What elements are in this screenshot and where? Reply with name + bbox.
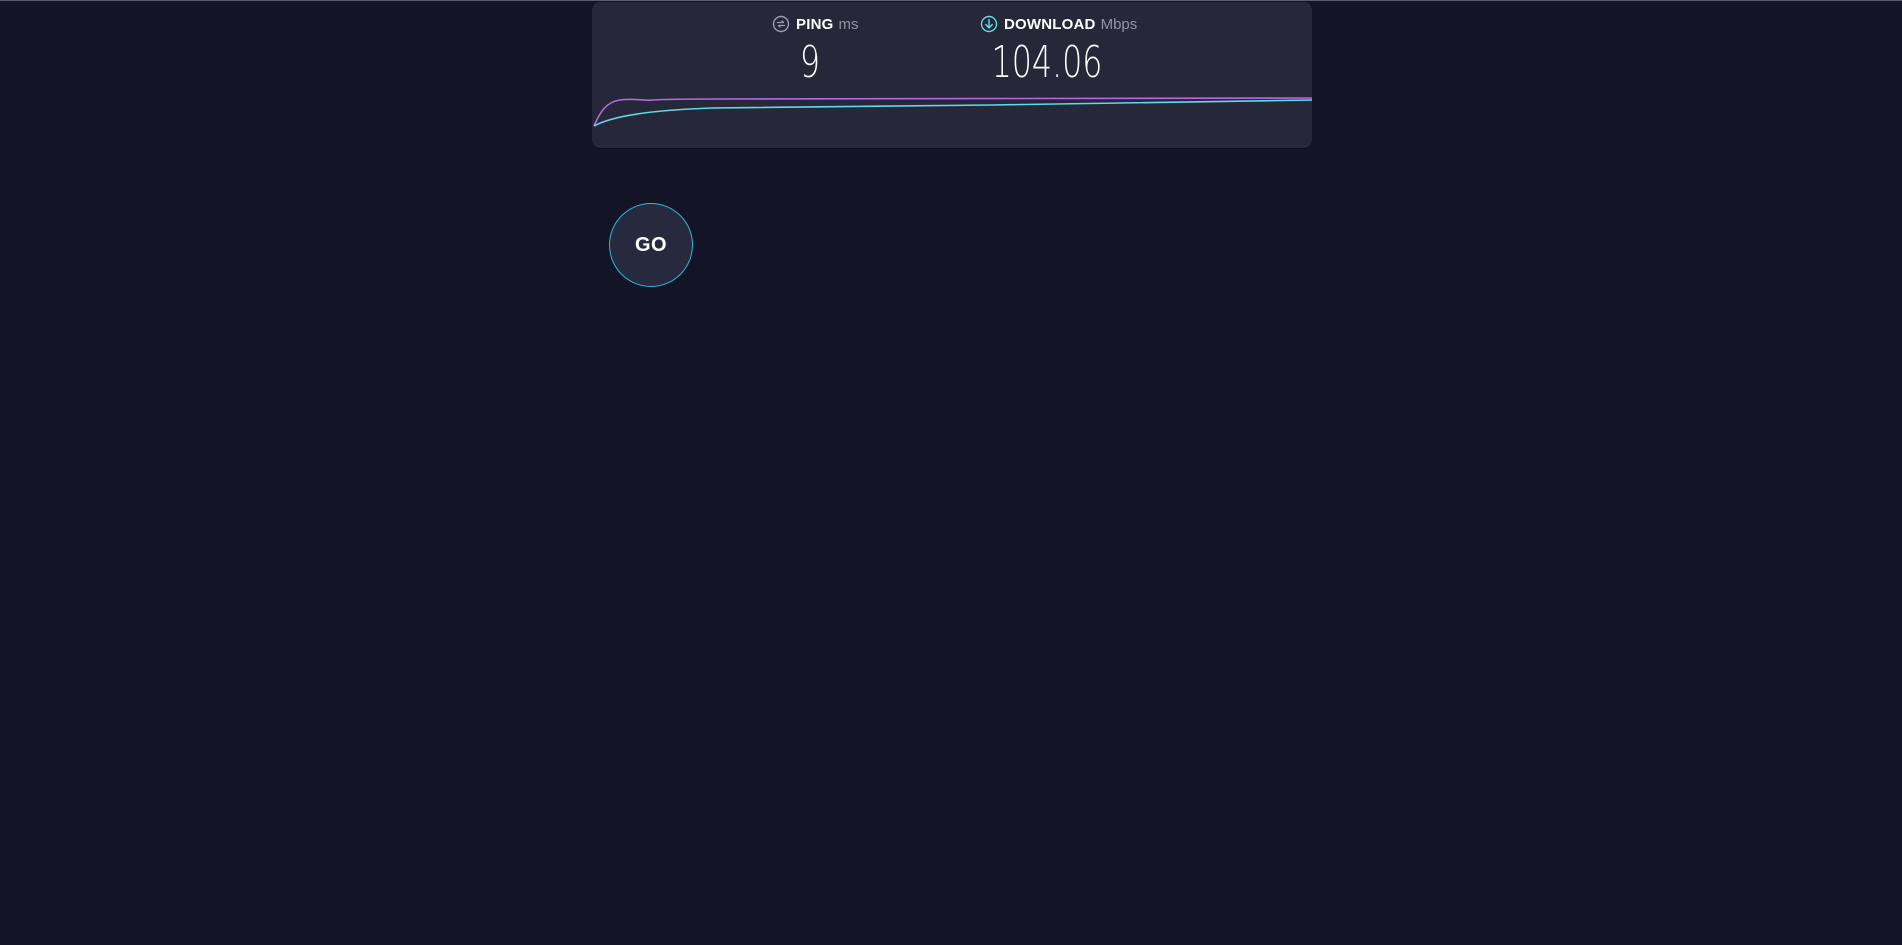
ping-value: 9 <box>799 37 821 88</box>
download-label: DOWNLOAD <box>1004 15 1096 33</box>
ping-icon <box>772 15 790 33</box>
ping-metric: PING ms 9 <box>772 14 858 88</box>
download-header: DOWNLOAD Mbps <box>980 14 1137 34</box>
ping-label: PING <box>796 15 834 33</box>
go-button-label: GO <box>634 233 668 256</box>
download-icon <box>980 15 998 33</box>
ping-unit: ms <box>838 15 859 33</box>
download-value: 104.06 <box>991 37 1103 88</box>
speedtest-page: PING ms 9 DOWNLOAD Mbps 104.06 GO <box>0 0 1902 945</box>
speed-graph <box>593 97 1312 127</box>
download-graph-line <box>593 99 1312 127</box>
ping-header: PING ms <box>772 14 858 34</box>
results-panel: PING ms 9 DOWNLOAD Mbps 104.06 <box>592 2 1312 148</box>
top-border <box>0 0 1902 1</box>
download-unit: Mbps <box>1100 15 1138 33</box>
go-button[interactable]: GO <box>609 203 693 287</box>
download-metric: DOWNLOAD Mbps 104.06 <box>980 14 1137 88</box>
